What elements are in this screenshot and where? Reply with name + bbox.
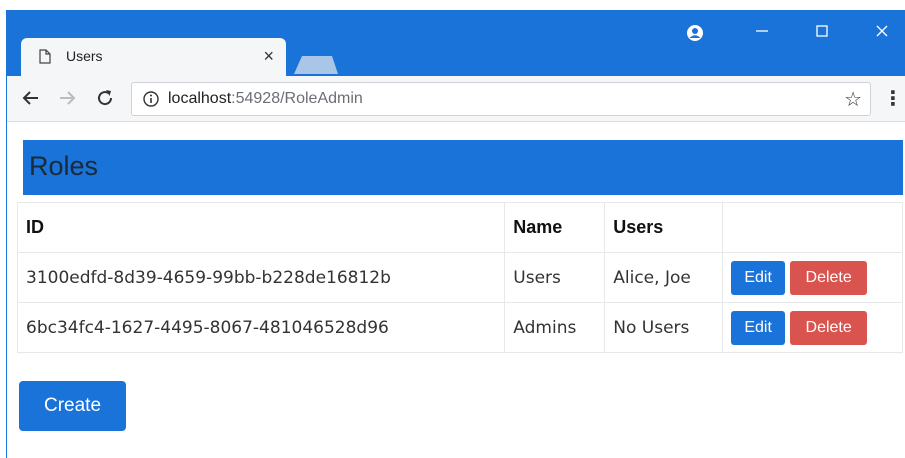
title-bar: Users × — [7, 10, 905, 76]
star-icon[interactable]: ☆ — [844, 87, 862, 112]
profile-icon[interactable] — [682, 20, 708, 46]
browser-window: Users × localhost:54928/RoleAdmin ☆ ⋮ Ro… — [6, 10, 905, 458]
edit-button[interactable]: Edit — [731, 310, 786, 345]
delete-button[interactable]: Delete — [790, 260, 868, 295]
role-id-cell: 6bc34fc4-1627-4495-8067-481046528d96 — [16, 302, 506, 353]
new-tab-button[interactable] — [292, 54, 340, 74]
role-actions-cell: Edit Delete — [722, 302, 903, 353]
url-host: localhost — [168, 90, 232, 107]
create-button[interactable]: Create — [19, 381, 126, 431]
column-header-id: ID — [16, 202, 506, 253]
close-icon[interactable] — [867, 20, 897, 46]
column-header-users: Users — [604, 202, 724, 253]
arrow-left-icon — [22, 91, 38, 105]
role-name-cell: Users — [504, 252, 606, 303]
delete-button[interactable]: Delete — [790, 310, 868, 345]
info-icon[interactable] — [143, 91, 159, 107]
url-path: :54928/RoleAdmin — [231, 90, 363, 107]
table-row: 6bc34fc4-1627-4495-8067-481046528d96 Adm… — [16, 302, 903, 353]
tab-title: Users — [66, 48, 103, 64]
arrow-right-icon — [60, 91, 76, 105]
roles-table: ID Name Users 3100edfd-8d39-4659-99bb-b2… — [16, 202, 903, 353]
maximize-icon[interactable] — [807, 20, 837, 46]
forward-button[interactable] — [53, 84, 81, 112]
minimize-icon[interactable] — [747, 20, 777, 46]
browser-toolbar: localhost:54928/RoleAdmin ☆ ⋮ — [7, 76, 905, 122]
role-users-cell: Alice, Joe — [604, 252, 724, 303]
reload-button[interactable] — [91, 84, 119, 112]
browser-tab[interactable]: Users × — [21, 38, 286, 76]
kebab-menu-icon[interactable]: ⋮ — [883, 86, 903, 111]
column-header-actions — [722, 202, 903, 253]
page-header: Roles — [23, 140, 903, 195]
url-text[interactable]: localhost:54928/RoleAdmin — [168, 90, 363, 108]
role-name-cell: Admins — [504, 302, 606, 353]
table-header-row: ID Name Users — [16, 202, 903, 253]
tab-close-icon[interactable]: × — [263, 46, 274, 66]
edit-button[interactable]: Edit — [731, 260, 786, 295]
page-content: Roles ID Name Users 3100edfd-8d39-4659-9… — [7, 122, 905, 458]
column-header-name: Name — [504, 202, 606, 253]
role-id-cell: 3100edfd-8d39-4659-99bb-b228de16812b — [16, 252, 506, 303]
role-users-cell: No Users — [604, 302, 724, 353]
reload-icon — [98, 90, 113, 106]
page-title: Roles — [29, 151, 99, 181]
document-icon — [39, 49, 51, 64]
address-bar[interactable]: localhost:54928/RoleAdmin ☆ — [131, 82, 871, 116]
role-actions-cell: Edit Delete — [722, 252, 903, 303]
back-button[interactable] — [17, 84, 45, 112]
table-row: 3100edfd-8d39-4659-99bb-b228de16812b Use… — [16, 252, 903, 303]
